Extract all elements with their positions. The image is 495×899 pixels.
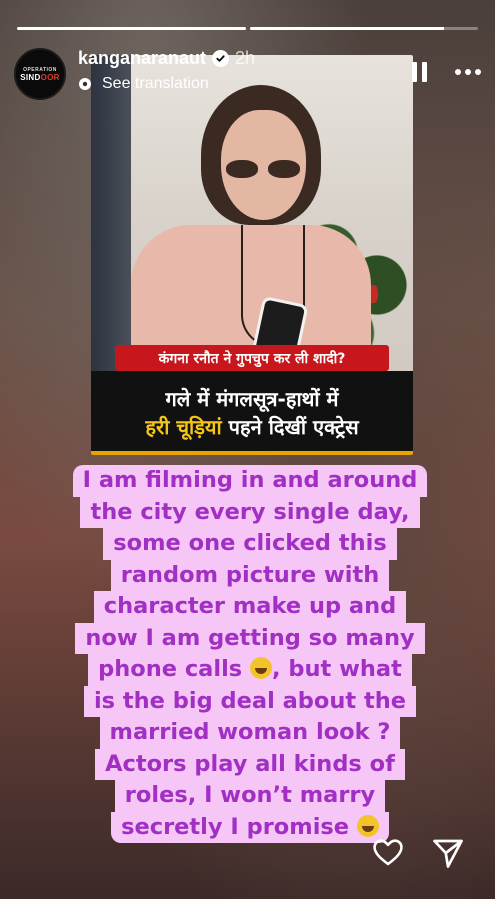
- avatar[interactable]: OPERATION SINDOOR: [14, 48, 66, 100]
- news-headline-box: गले में मंगलसूत्र-हाथों में हरी चूड़ियां…: [91, 371, 413, 455]
- send-icon[interactable]: [430, 835, 466, 871]
- story-progress-bar: [17, 27, 478, 30]
- story-footer: [0, 835, 495, 871]
- progress-fill-2: [249, 27, 444, 30]
- person-sunglasses: [224, 160, 304, 180]
- news-headline-line1: गले में मंगलसूत्र-हाथों में: [165, 387, 339, 411]
- verified-badge-icon: [212, 50, 230, 67]
- translate-icon: [79, 78, 91, 90]
- news-headline-red: कंगना रनौत ने गुपचुप कर ली शादी?: [115, 345, 389, 371]
- news-headline-line2: हरी चूड़ियां पहने दिखीं एक्ट्रेस: [145, 413, 358, 441]
- caption-text: phone calls: [98, 656, 243, 682]
- caption-line: character make up and: [93, 591, 407, 623]
- progress-segment-1: [17, 27, 246, 30]
- pause-icon[interactable]: [412, 62, 427, 82]
- avatar-text-big: SINDOOR: [20, 73, 59, 82]
- news-headline-rest: पहने दिखीं एक्ट्रेस: [221, 415, 359, 439]
- caption-line: random picture with: [110, 559, 390, 591]
- avatar-text-big-accent: OOR: [40, 72, 60, 82]
- username-row: kanganaranaut 2h: [78, 48, 255, 69]
- caption-line: married woman look ?: [99, 717, 401, 749]
- see-translation-label: See translation: [102, 75, 209, 92]
- story-photo: कंगना रनौत ने गुपचुप कर ली शादी? गले में…: [91, 55, 413, 455]
- caption-line: now I am getting so many: [75, 622, 425, 654]
- news-headline-highlight: हरी चूड़ियां: [145, 415, 222, 439]
- caption-line: roles, I won’t marry: [114, 780, 386, 812]
- story-caption: I am filming in and around the city ever…: [66, 465, 434, 843]
- post-time: 2h: [235, 48, 256, 68]
- news-headline-underline: [91, 451, 413, 455]
- caption-text: , but what: [272, 656, 402, 682]
- grinning-emoji-icon: [356, 814, 379, 837]
- avatar-text-big-main: SIND: [20, 72, 41, 82]
- caption-line: phone calls , but what: [88, 654, 412, 686]
- progress-fill-1: [17, 27, 246, 30]
- username[interactable]: kanganaranaut: [78, 48, 206, 69]
- see-translation-button[interactable]: See translation: [78, 75, 255, 93]
- caption-line: the city every single day,: [80, 496, 420, 528]
- heart-icon[interactable]: [371, 835, 405, 869]
- caption-line: is the big deal about the: [83, 685, 417, 717]
- laughing-emoji-icon: [250, 657, 273, 679]
- caption-line: Actors play all kinds of: [95, 748, 405, 780]
- caption-line: I am filming in and around: [72, 465, 428, 497]
- user-info: kanganaranaut 2h See translation: [78, 48, 255, 93]
- story-header: OPERATION SINDOOR kanganaranaut 2h See t…: [14, 48, 481, 102]
- header-controls: [412, 62, 481, 82]
- progress-segment-2: [249, 27, 478, 30]
- caption-line: some one clicked this: [103, 528, 397, 560]
- more-options-icon[interactable]: [455, 69, 481, 75]
